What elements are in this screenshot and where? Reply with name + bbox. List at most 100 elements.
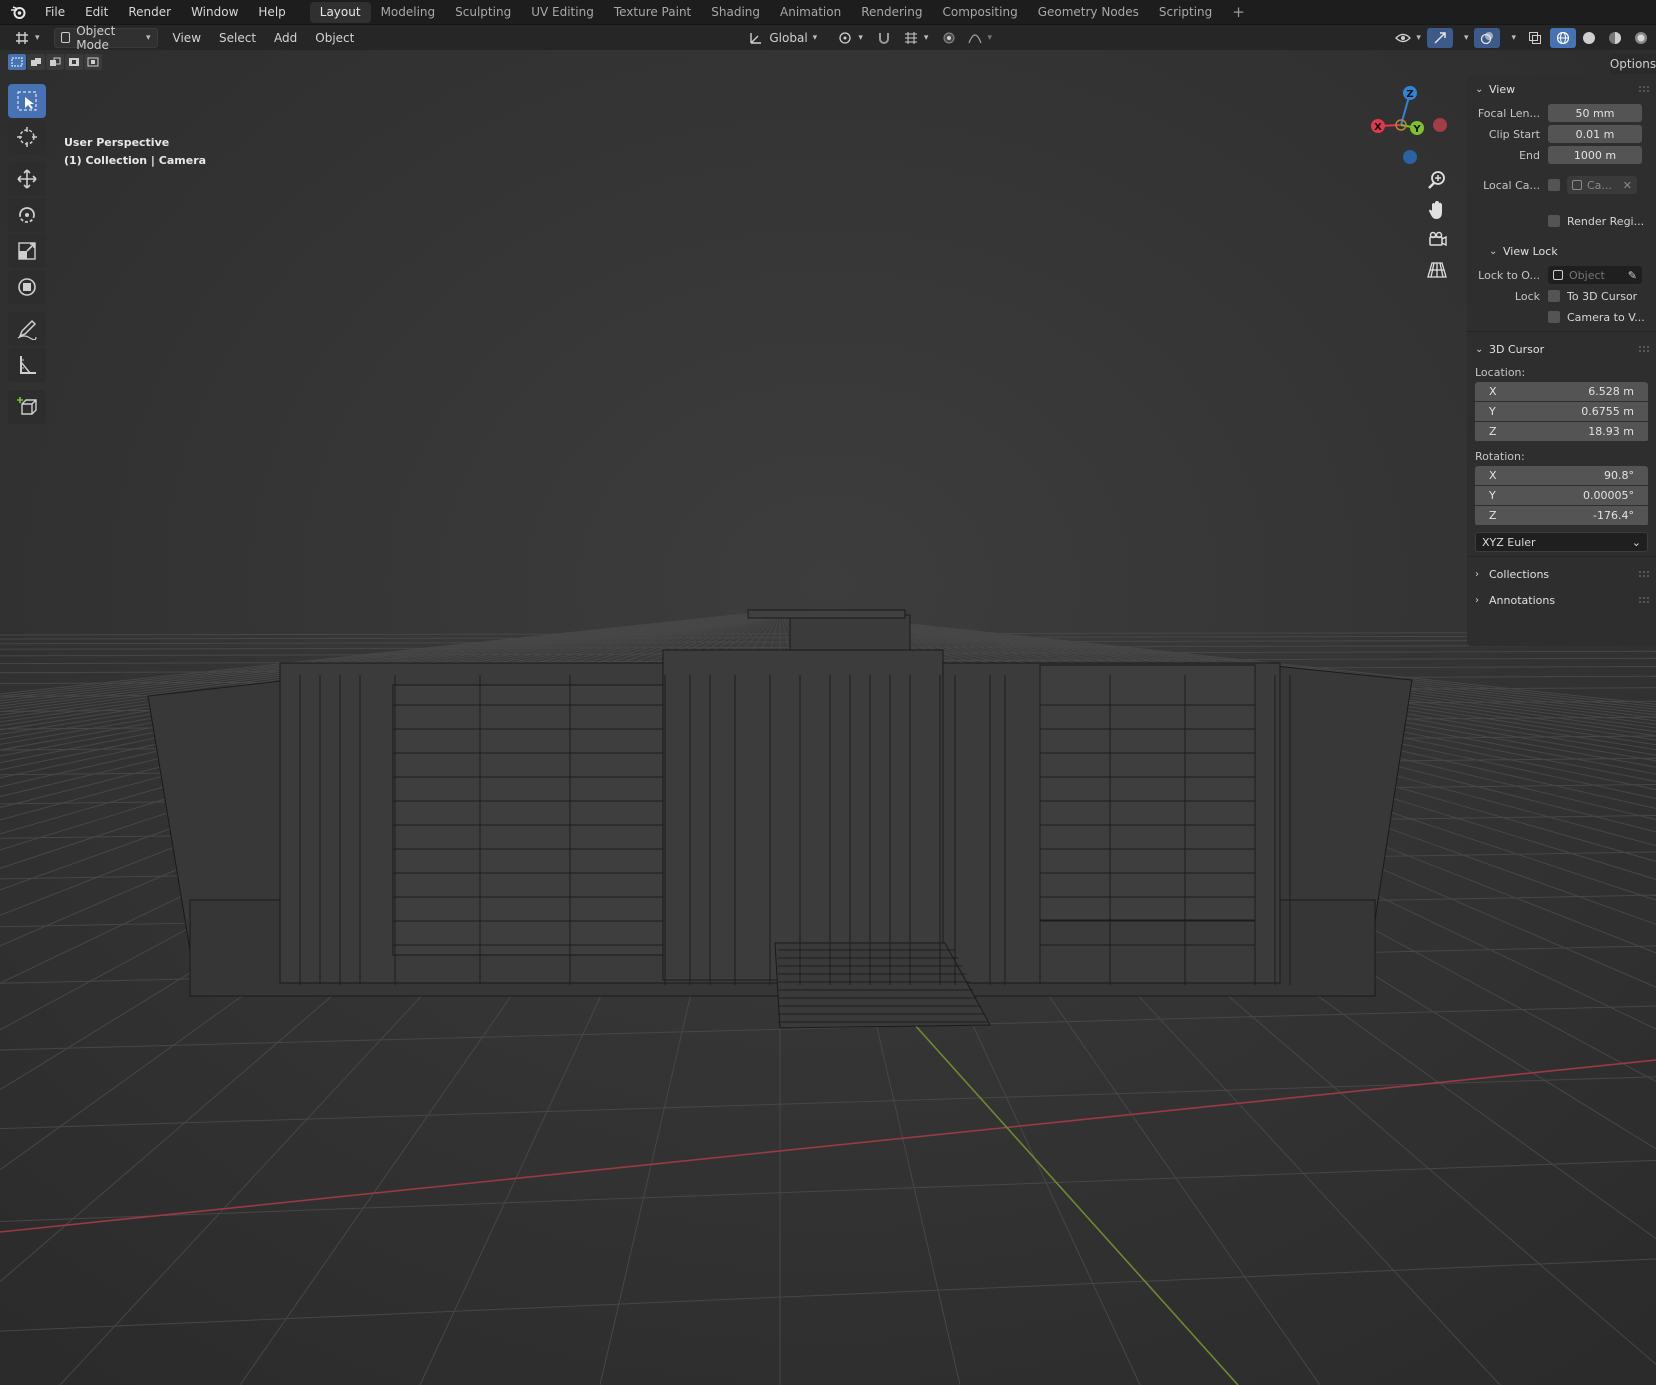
blender-logo-icon[interactable] <box>9 3 27 21</box>
lock-to-object-field[interactable]: Object ✎ <box>1548 266 1642 284</box>
menu-file[interactable]: File <box>35 0 75 25</box>
header-menu-object[interactable]: Object <box>306 31 363 45</box>
focal-length-field[interactable]: 50 mm <box>1548 104 1642 122</box>
cursor-rotation-y-field[interactable]: Y 0.00005° <box>1475 486 1648 505</box>
menu-window[interactable]: Window <box>181 0 248 25</box>
select-invert-icon <box>69 58 79 66</box>
xray-toggle[interactable] <box>1522 28 1548 48</box>
clip-end-field[interactable]: 1000 m <box>1548 146 1642 164</box>
menu-edit[interactable]: Edit <box>75 0 118 25</box>
overlays-icon <box>1481 31 1494 44</box>
proportional-edit-toggle[interactable] <box>936 28 962 48</box>
tab-layout[interactable]: Layout <box>309 1 371 23</box>
drag-grip-icon[interactable] <box>1638 570 1650 578</box>
falloff-dropdown[interactable]: ▾ <box>962 28 998 48</box>
drag-grip-icon[interactable] <box>1638 85 1650 93</box>
render-region-checkbox[interactable] <box>1548 215 1560 227</box>
perspective-toggle-button[interactable] <box>1422 256 1452 284</box>
view-panel-header[interactable]: ⌄ View <box>1467 76 1656 102</box>
menu-help[interactable]: Help <box>248 0 295 25</box>
header-menu-view[interactable]: View <box>164 31 210 45</box>
drag-grip-icon[interactable] <box>1638 345 1650 353</box>
gizmo-dropdown[interactable]: ▾ <box>1453 28 1475 48</box>
chevron-down-icon: ▾ <box>1511 32 1516 43</box>
visibility-dropdown[interactable]: ▾ <box>1389 28 1427 48</box>
lock-3d-cursor-checkbox[interactable] <box>1548 290 1560 302</box>
cursor-tool[interactable] <box>8 120 46 154</box>
local-camera-field[interactable]: Ca... ✕ <box>1567 176 1637 194</box>
tab-geometry-nodes[interactable]: Geometry Nodes <box>1028 2 1149 23</box>
tab-scripting[interactable]: Scripting <box>1149 2 1222 23</box>
tab-texture-paint[interactable]: Texture Paint <box>604 2 701 23</box>
scale-tool[interactable] <box>8 234 46 268</box>
camera-object-icon <box>1572 180 1582 190</box>
3d-viewport[interactable]: User Perspective (1) Collection | Camera <box>0 50 1656 1385</box>
editor-type-button[interactable]: ▾ <box>8 28 46 48</box>
cursor-rotation-z-field[interactable]: Z -176.4° <box>1475 506 1648 525</box>
clear-x-icon[interactable]: ✕ <box>1623 179 1632 192</box>
select-invert-button[interactable] <box>65 54 83 70</box>
select-extend-button[interactable] <box>27 54 45 70</box>
add-workspace-button[interactable]: + <box>1222 2 1255 23</box>
select-box-tool[interactable] <box>8 84 46 118</box>
select-subtract-button[interactable] <box>46 54 64 70</box>
local-camera-checkbox[interactable] <box>1548 179 1560 191</box>
cursor-location-z-field[interactable]: Z 18.93 m <box>1475 422 1648 441</box>
zoom-button[interactable] <box>1422 166 1452 194</box>
select-intersect-button[interactable] <box>84 54 102 70</box>
drag-grip-icon[interactable] <box>1638 596 1650 604</box>
navigation-gizmo[interactable]: Z X Y <box>1365 84 1455 174</box>
move-tool[interactable] <box>8 162 46 196</box>
rotate-tool[interactable] <box>8 198 46 232</box>
options-button[interactable]: Options <box>1610 54 1656 74</box>
cursor-rotation-x-field[interactable]: X 90.8° <box>1475 466 1648 485</box>
annotate-tool[interactable] <box>8 312 46 346</box>
measure-tool[interactable] <box>8 348 46 382</box>
rotation-mode-dropdown[interactable]: XYZ Euler ⌄ <box>1475 532 1648 552</box>
rendered-shading-button[interactable] <box>1628 28 1654 48</box>
wireframe-shading-button[interactable] <box>1550 27 1576 48</box>
tab-animation[interactable]: Animation <box>770 2 851 23</box>
axis-label: X <box>1489 385 1497 398</box>
pivot-point-button[interactable]: ▾ <box>831 28 869 48</box>
snap-target-dropdown[interactable]: ▾ <box>897 28 935 48</box>
axis-value: 0.00005° <box>1583 489 1634 502</box>
pan-button[interactable] <box>1422 196 1452 224</box>
snap-toggle[interactable] <box>871 28 897 48</box>
overlays-dropdown[interactable]: ▾ <box>1500 28 1522 48</box>
overlays-toggle[interactable] <box>1474 27 1501 48</box>
tab-modeling[interactable]: Modeling <box>371 2 446 23</box>
add-cube-tool[interactable] <box>8 390 46 424</box>
clip-start-field[interactable]: 0.01 m <box>1548 125 1642 143</box>
transform-tool[interactable] <box>8 270 46 304</box>
gizmo-toggle[interactable] <box>1426 27 1453 48</box>
cursor-location-x-field[interactable]: X 6.528 m <box>1475 382 1648 401</box>
cursor-location-y-field[interactable]: Y 0.6755 m <box>1475 402 1648 421</box>
collections-panel-header[interactable]: › Collections <box>1467 561 1656 587</box>
header-menu-select[interactable]: Select <box>210 31 265 45</box>
axis-label: Z <box>1489 425 1497 438</box>
orientation-dropdown[interactable]: Global ▾ <box>743 28 825 48</box>
menu-render[interactable]: Render <box>118 0 181 25</box>
camera-to-view-checkbox[interactable] <box>1548 311 1560 323</box>
tab-sculpting[interactable]: Sculpting <box>445 2 521 23</box>
solid-shading-button[interactable] <box>1576 28 1602 48</box>
camera-view-button[interactable] <box>1422 226 1452 254</box>
tab-rendering[interactable]: Rendering <box>851 2 932 23</box>
annotations-panel-title: Annotations <box>1489 593 1556 607</box>
chevron-down-icon: ⌄ <box>1489 245 1498 257</box>
material-shading-button[interactable] <box>1602 28 1628 48</box>
header-menu-add[interactable]: Add <box>265 31 306 45</box>
annotations-panel-header[interactable]: › Annotations <box>1467 587 1656 613</box>
mode-dropdown[interactable]: Object Mode ▾ <box>53 24 158 52</box>
tab-shading[interactable]: Shading <box>701 2 770 23</box>
view-lock-header[interactable]: ⌄ View Lock <box>1467 238 1656 264</box>
xray-icon <box>1529 31 1541 44</box>
eyedropper-icon[interactable]: ✎ <box>1628 269 1637 282</box>
top-bar: File Edit Render Window Help Layout Mode… <box>0 0 1656 25</box>
tab-compositing[interactable]: Compositing <box>932 2 1027 23</box>
gizmo-z-label: Z <box>1406 89 1413 100</box>
select-new-button[interactable] <box>8 54 26 70</box>
tab-uv-editing[interactable]: UV Editing <box>521 2 604 23</box>
cursor-panel-header[interactable]: ⌄ 3D Cursor <box>1467 336 1656 362</box>
